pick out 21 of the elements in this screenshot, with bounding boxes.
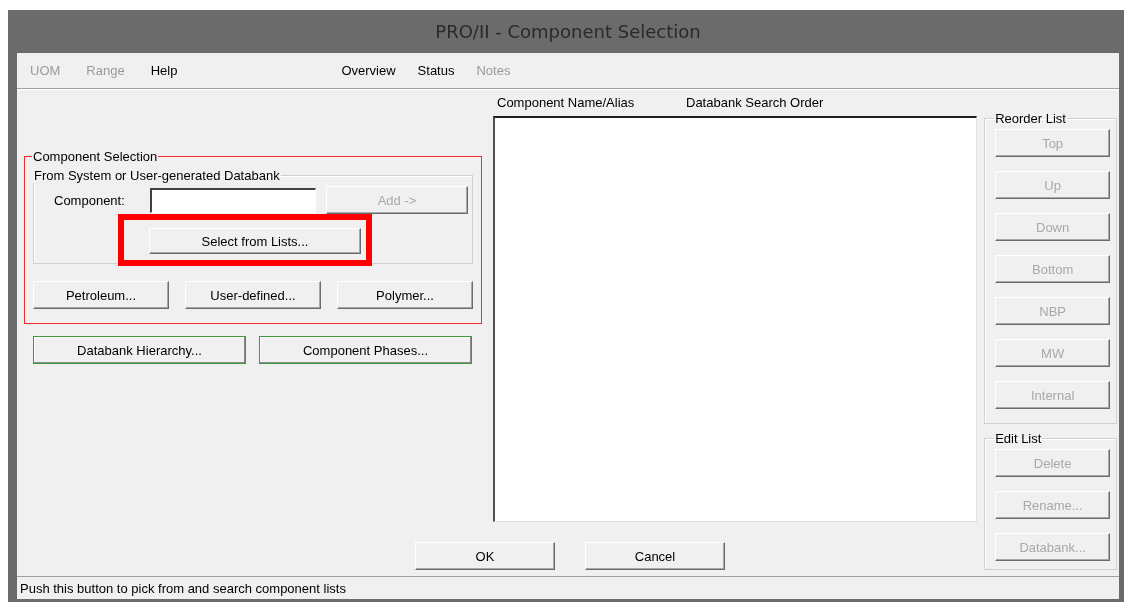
dialog-button[interactable]: User-defined... <box>185 281 321 309</box>
group-label: Reorder List <box>994 111 1067 126</box>
status-text: Push this button to pick from and search component lists <box>20 580 346 596</box>
group-label: Edit List <box>994 431 1043 446</box>
column-header: Component Name/Alias <box>497 95 636 110</box>
component-input-field[interactable] <box>150 187 316 213</box>
group-label: From System or User-generated Databank <box>33 168 281 183</box>
dialog-button[interactable]: OK <box>415 542 555 570</box>
dialog-button[interactable]: Component Phases... <box>259 336 472 364</box>
dialog-button[interactable]: Petroleum... <box>33 281 169 309</box>
window-title: PRO/II - Component Selection <box>435 21 701 42</box>
dialog-button[interactable]: Databank Hierarchy... <box>33 336 246 364</box>
menu-item[interactable]: Help <box>150 63 178 78</box>
group-label: Component Selection <box>32 149 159 164</box>
menu-item[interactable]: Status <box>417 63 455 78</box>
menu-item[interactable]: Overview <box>341 63 396 78</box>
dialog-button[interactable]: Polymer... <box>337 281 473 309</box>
column-header: Databank Search Order <box>686 95 824 110</box>
select-from-lists-button[interactable]: Select from Lists... <box>149 228 361 254</box>
component-label: Component: <box>54 192 126 208</box>
dialog-button[interactable]: Cancel <box>585 542 725 570</box>
